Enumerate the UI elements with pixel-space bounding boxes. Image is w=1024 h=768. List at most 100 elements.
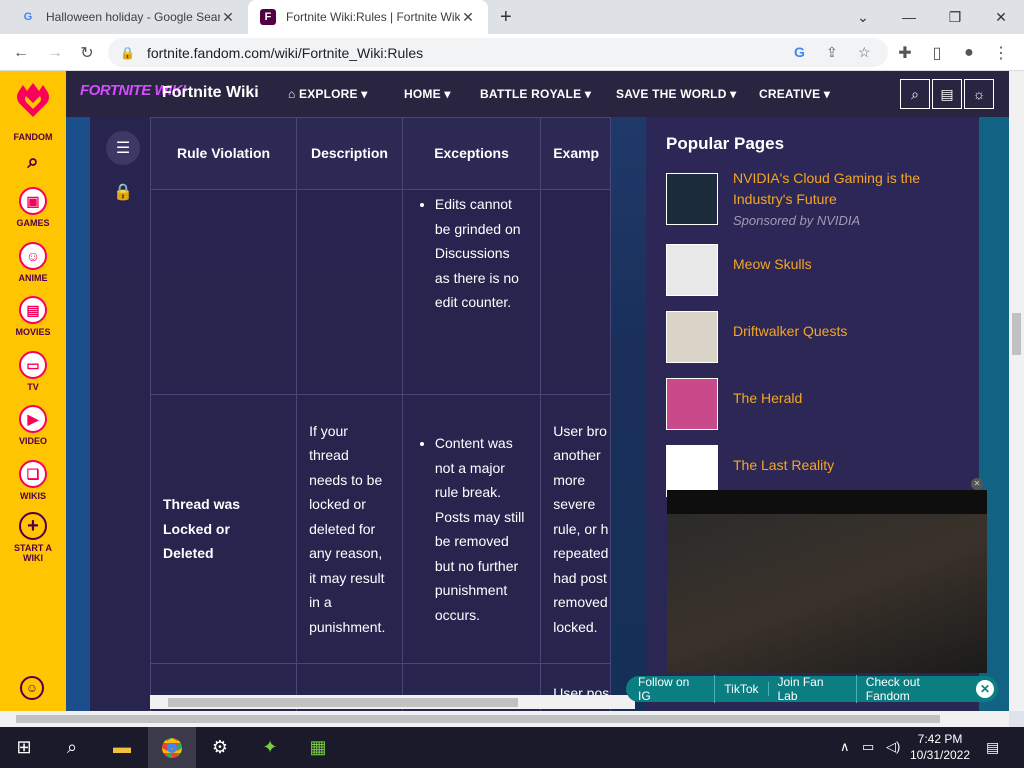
rail-games[interactable]: ▣ GAMES bbox=[0, 187, 66, 228]
exception-text: Edits cannot be grinded on Discussions a… bbox=[435, 192, 528, 315]
windows-start-icon[interactable]: ⊞ bbox=[0, 727, 48, 768]
nav-label: CREATIVE bbox=[759, 87, 821, 101]
popular-page-item[interactable]: Driftwalker Quests bbox=[666, 311, 966, 365]
profile-icon[interactable]: ● bbox=[956, 40, 982, 66]
discussions-icon[interactable]: ▤ bbox=[932, 79, 962, 109]
table-cell: Content was not a major rule break. Post… bbox=[401, 394, 542, 664]
nav-creative[interactable]: CREATIVE ▾ bbox=[759, 87, 830, 101]
popular-page-link[interactable]: Driftwalker Quests bbox=[733, 321, 963, 342]
rail-video[interactable]: ▶ VIDEO bbox=[0, 405, 66, 446]
popular-page-item[interactable]: NVIDIA's Cloud Gaming is the Industry's … bbox=[666, 170, 966, 233]
table-horizontal-scrollbar[interactable] bbox=[150, 695, 635, 709]
lock-icon: 🔒 bbox=[120, 45, 135, 60]
nav-save-the-world[interactable]: SAVE THE WORLD ▾ bbox=[616, 87, 736, 101]
app-icon[interactable]: ✦ bbox=[246, 727, 294, 768]
example-line: locked. bbox=[553, 618, 598, 635]
nav-explore[interactable]: ⌂ EXPLORE ▾ bbox=[288, 87, 368, 101]
book-icon: ❏ bbox=[19, 460, 47, 488]
minimize-icon[interactable]: — bbox=[886, 0, 932, 34]
app-icon[interactable]: ▦ bbox=[294, 727, 342, 768]
rail-label: WIKIS bbox=[20, 491, 46, 501]
wiki-name[interactable]: Fortnite Wiki bbox=[162, 84, 259, 102]
rail-label: ANIME bbox=[18, 273, 48, 283]
nav-battle-royale[interactable]: BATTLE ROYALE ▾ bbox=[480, 87, 591, 101]
check-out-fandom-link[interactable]: Check out Fandom bbox=[857, 675, 976, 703]
tab-google-search[interactable]: G Halloween holiday - Google Sear ✕ bbox=[8, 0, 248, 34]
google-icon: G bbox=[23, 11, 33, 23]
notifications-icon[interactable]: ▤ bbox=[986, 739, 999, 756]
back-icon[interactable]: ← bbox=[8, 40, 34, 66]
restore-icon[interactable]: ❐ bbox=[932, 0, 978, 34]
fandom-heart-logo-icon[interactable] bbox=[15, 79, 51, 119]
tab-search-chevron-icon[interactable]: ⌄ bbox=[840, 0, 886, 34]
nav-home[interactable]: HOME ▾ bbox=[404, 87, 451, 101]
nav-label: EXPLORE bbox=[298, 87, 358, 101]
search-icon[interactable]: ⌕ bbox=[0, 151, 66, 174]
social-follow-bar: Follow on IG TikTok Join Fan Lab Check o… bbox=[626, 675, 998, 703]
rail-tv[interactable]: ▭ TV bbox=[0, 351, 66, 392]
tray-chevron-icon[interactable]: ∧ bbox=[840, 739, 850, 755]
page-vertical-scrollbar[interactable] bbox=[1009, 71, 1024, 711]
tiktok-link[interactable]: TikTok bbox=[715, 682, 769, 696]
user-account-icon[interactable]: ☺ bbox=[20, 676, 44, 700]
lock-icon[interactable]: 🔒 bbox=[106, 175, 140, 209]
search-icon[interactable]: ⌕ bbox=[48, 727, 96, 768]
anime-face-icon: ☺ bbox=[19, 242, 47, 270]
clock[interactable]: 7:42 PM 10/31/2022 bbox=[908, 731, 972, 763]
scrollbar-thumb[interactable] bbox=[16, 715, 940, 723]
close-tab-icon[interactable]: ✕ bbox=[460, 9, 476, 26]
follow-ig-link[interactable]: Follow on IG bbox=[626, 675, 716, 703]
page-content: ☰ 🔒 Rule Violation Description Exception… bbox=[66, 117, 1009, 711]
google-lens-icon[interactable]: G bbox=[794, 44, 805, 60]
network-icon[interactable]: ▭ bbox=[862, 739, 874, 755]
rail-movies[interactable]: ▤ MOVIES bbox=[0, 296, 66, 337]
fan-lab-link[interactable]: Join Fan Lab bbox=[769, 675, 857, 703]
search-icon[interactable]: ⌕ bbox=[900, 79, 930, 109]
video-frame[interactable] bbox=[667, 514, 987, 673]
thumbnail bbox=[666, 378, 718, 430]
theme-toggle-sun-icon[interactable]: ☼ bbox=[964, 79, 994, 109]
close-follow-bar-icon[interactable]: ✕ bbox=[976, 680, 994, 698]
menu-kebab-icon[interactable]: ⋮ bbox=[988, 40, 1014, 66]
thumbnail bbox=[666, 244, 718, 296]
popular-page-item[interactable]: Meow Skulls bbox=[666, 244, 966, 298]
thumbnail bbox=[666, 173, 718, 225]
tab-fortnite-wiki[interactable]: F Fortnite Wiki:Rules | Fortnite Wik ✕ bbox=[248, 0, 488, 34]
popular-page-item[interactable]: The Herald bbox=[666, 378, 966, 432]
side-panel-icon[interactable]: ▯ bbox=[924, 40, 950, 66]
new-tab-icon[interactable]: + bbox=[500, 6, 512, 29]
column-header: Exceptions bbox=[401, 117, 542, 190]
rail-anime[interactable]: ☺ ANIME bbox=[0, 242, 66, 283]
settings-gear-icon[interactable]: ⚙ bbox=[196, 727, 244, 768]
scrollbar-thumb[interactable] bbox=[1012, 313, 1021, 355]
scrollbar-thumb[interactable] bbox=[168, 698, 518, 707]
volume-icon[interactable]: ◁) bbox=[886, 739, 900, 755]
share-icon[interactable]: ⇪ bbox=[826, 44, 838, 61]
address-bar[interactable]: 🔒 fortnite.fandom.com/wiki/Fortnite_Wiki… bbox=[108, 38, 888, 67]
rail-wikis[interactable]: ❏ WIKIS bbox=[0, 460, 66, 501]
column-header: Rule Violation bbox=[149, 117, 298, 190]
close-tab-icon[interactable]: ✕ bbox=[220, 9, 236, 26]
rail-start-wiki[interactable]: + START A WIKI bbox=[0, 512, 66, 563]
reload-icon[interactable]: ↻ bbox=[74, 40, 100, 66]
close-video-icon[interactable]: ✕ bbox=[971, 478, 983, 490]
video-player[interactable]: ✕ bbox=[667, 478, 987, 673]
table-of-contents-icon[interactable]: ☰ bbox=[106, 131, 140, 165]
chrome-icon[interactable] bbox=[148, 727, 196, 768]
popular-page-link[interactable]: The Last Reality bbox=[733, 455, 963, 476]
rules-table: Rule Violation Description Exceptions Ex… bbox=[149, 117, 611, 711]
page-horizontal-scrollbar[interactable] bbox=[0, 711, 1009, 727]
url-text: fortnite.fandom.com/wiki/Fortnite_Wiki:R… bbox=[146, 44, 424, 61]
popular-page-label: NVIDIA's Cloud Gaming is the Industry's … bbox=[733, 168, 963, 231]
browser-toolbar: ← → ↻ 🔒 fortnite.fandom.com/wiki/Fortnit… bbox=[0, 34, 1024, 71]
file-explorer-icon[interactable]: ▬ bbox=[98, 727, 146, 768]
table-cell bbox=[149, 189, 298, 395]
close-window-icon[interactable]: ✕ bbox=[978, 0, 1024, 34]
nav-label: BATTLE ROYALE bbox=[480, 87, 582, 101]
extensions-icon[interactable]: ✚ bbox=[892, 40, 918, 66]
popular-page-link[interactable]: Meow Skulls bbox=[733, 254, 963, 275]
popular-page-link[interactable]: NVIDIA's Cloud Gaming is the Industry's … bbox=[733, 168, 963, 210]
bookmark-star-icon[interactable]: ☆ bbox=[858, 44, 871, 61]
forward-icon[interactable]: → bbox=[42, 40, 68, 66]
popular-page-link[interactable]: The Herald bbox=[733, 388, 963, 409]
